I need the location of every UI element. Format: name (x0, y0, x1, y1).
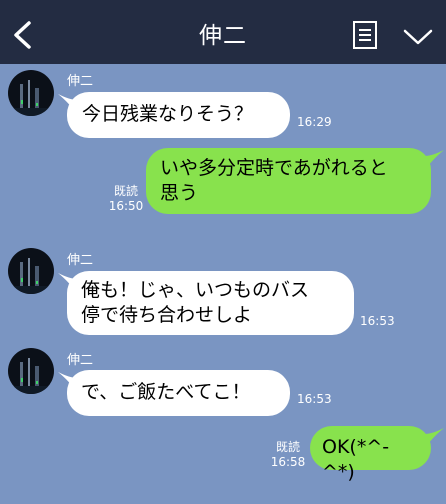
read-label: 既読 (113, 184, 138, 198)
message-text: 俺も！じゃ、いつものバス (81, 279, 310, 301)
message-bubble[interactable]: いや多分定時であがれると 思う (146, 148, 431, 214)
message-text: 思う (160, 182, 199, 204)
avatar[interactable] (8, 248, 54, 294)
sender-name: 伸二 (67, 74, 94, 89)
message-time: 16:58 (270, 455, 306, 469)
chevron-down-icon[interactable] (403, 28, 433, 46)
message-text: で、ご飯たべてこ！ (81, 381, 251, 403)
message-text: OK(*^-^*) (322, 436, 390, 483)
message-time: 16:53 (360, 314, 395, 328)
message-bubble[interactable]: 俺も！じゃ、いつものバス 停で待ち合わせしよ (67, 271, 354, 335)
message-bubble[interactable]: で、ご飯たべてこ！ (67, 370, 290, 416)
avatar[interactable] (8, 70, 54, 116)
message-text: 今日残業なりそう？ (82, 103, 254, 125)
read-receipt: 既読 16:58 (270, 440, 306, 470)
read-label: 既読 (275, 440, 300, 454)
chat-title: 伸二 (199, 23, 247, 49)
message-time: 16:53 (297, 392, 332, 406)
message-text: いや多分定時であがれると (160, 157, 388, 179)
message-bubble[interactable]: 今日残業なりそう？ (67, 92, 290, 138)
sender-name: 伸二 (67, 353, 94, 368)
avatar[interactable] (8, 348, 54, 394)
message-time: 16:29 (297, 115, 332, 129)
avatar-image (8, 248, 54, 294)
chat-header: 伸二 (0, 0, 446, 64)
notes-icon[interactable] (352, 20, 378, 50)
avatar-image (8, 348, 54, 394)
message-time: 16:50 (108, 199, 144, 213)
avatar-image (8, 70, 54, 116)
message-text: 停で待ち合わせしよ (81, 304, 253, 326)
message-bubble[interactable]: OK(*^-^*) (310, 426, 431, 483)
sender-name: 伸二 (67, 253, 94, 268)
read-receipt: 既読 16:50 (108, 184, 144, 214)
